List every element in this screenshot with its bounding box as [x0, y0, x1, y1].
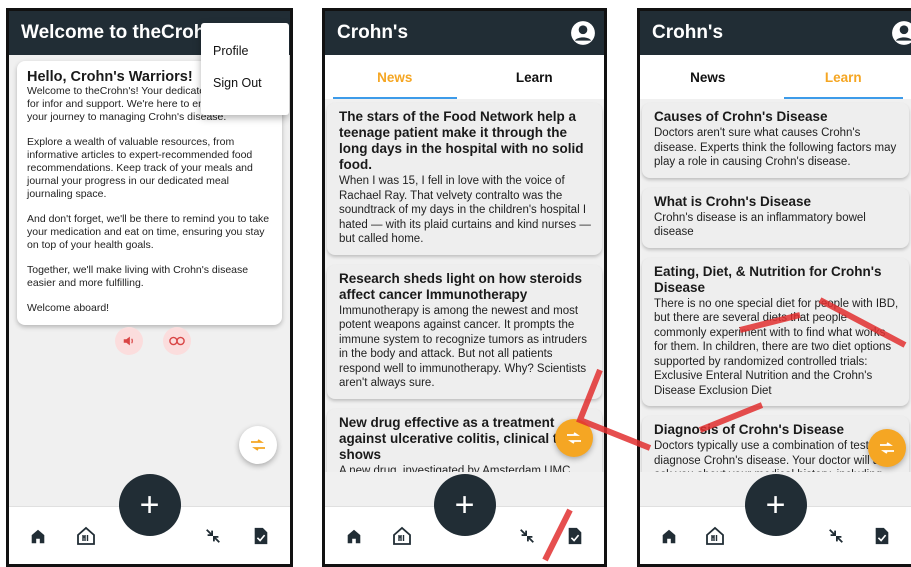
- link-button[interactable]: [163, 327, 191, 355]
- app-title: Crohn's: [337, 22, 409, 43]
- account-menu: Profile Sign Out: [201, 23, 289, 115]
- app-bar: Crohn's: [640, 11, 911, 55]
- speaker-button[interactable]: [115, 327, 143, 355]
- add-button[interactable]: +: [433, 474, 496, 536]
- journal-button[interactable]: [562, 523, 588, 549]
- restaurant-icon: [392, 526, 411, 545]
- restaurant-button[interactable]: [702, 523, 728, 549]
- add-icon: +: [139, 486, 160, 524]
- restaurant-icon: [77, 526, 96, 545]
- tab-bar: News Learn: [640, 55, 911, 99]
- article-title: Eating, Diet, & Nutrition for Crohn's Di…: [654, 263, 882, 295]
- article-title: The stars of the Food Network help a tee…: [339, 109, 584, 172]
- app-title: Crohn's: [652, 22, 724, 43]
- home-icon: [347, 529, 361, 543]
- collapse-icon: [520, 528, 535, 543]
- article-card[interactable]: Research sheds light on how steroids aff…: [327, 264, 602, 399]
- article-body: Crohn's disease is an inflammatory bowel…: [654, 211, 866, 239]
- swap-button[interactable]: [555, 419, 593, 457]
- article-body: Doctors typically use a combination of t…: [654, 440, 894, 472]
- home-button[interactable]: [25, 523, 51, 549]
- learn-feed: Causes of Crohn's Disease Doctors aren't…: [640, 99, 911, 472]
- swap-icon: [567, 432, 581, 444]
- app-title: Welcome to theCrohn: [21, 22, 217, 43]
- swap-icon: [251, 439, 265, 451]
- welcome-paragraph: Welcome aboard!: [27, 302, 110, 314]
- learn-screen: Crohn's News Learn Causes of Crohn's Dis…: [637, 8, 911, 567]
- account-icon[interactable]: [570, 20, 596, 46]
- welcome-paragraph: And don't forget, we'll be there to remi…: [27, 213, 270, 251]
- collapse-button[interactable]: [823, 523, 849, 549]
- article-card[interactable]: What is Crohn's Disease Crohn's disease …: [642, 187, 909, 248]
- swap-button[interactable]: [868, 429, 906, 467]
- collapse-button[interactable]: [514, 523, 540, 549]
- add-button[interactable]: +: [118, 474, 181, 536]
- tab-bar: News Learn: [325, 55, 604, 99]
- journal-button[interactable]: [869, 523, 895, 549]
- article-card[interactable]: The stars of the Food Network help a tee…: [327, 103, 602, 255]
- add-button[interactable]: +: [744, 474, 807, 536]
- tab-learn[interactable]: Learn: [465, 55, 605, 99]
- article-card[interactable]: Causes of Crohn's Disease Doctors aren't…: [642, 103, 909, 178]
- tab-news[interactable]: News: [640, 55, 776, 99]
- menu-item-sign-out[interactable]: Sign Out: [201, 67, 289, 99]
- article-title: Research sheds light on how steroids aff…: [339, 270, 583, 302]
- home-button[interactable]: [656, 523, 682, 549]
- article-body: There is no one special diet for people …: [654, 297, 899, 397]
- add-icon: +: [765, 486, 786, 524]
- journal-icon: [254, 527, 268, 544]
- collapse-icon: [205, 528, 220, 543]
- welcome-paragraph: Together, we'll make living with Crohn's…: [27, 264, 249, 289]
- tab-learn[interactable]: Learn: [776, 55, 911, 99]
- news-screen: Crohn's News Learn The stars of the Food…: [322, 8, 607, 567]
- restaurant-button[interactable]: [73, 523, 99, 549]
- article-body: Immunotherapy is among the newest and mo…: [339, 304, 587, 390]
- swap-icon: [880, 442, 894, 454]
- journal-icon: [568, 527, 582, 544]
- home-icon: [662, 529, 676, 543]
- collapse-button[interactable]: [200, 523, 226, 549]
- menu-item-profile[interactable]: Profile: [201, 35, 289, 67]
- journal-icon: [875, 527, 889, 544]
- article-card[interactable]: Eating, Diet, & Nutrition for Crohn's Di…: [642, 257, 909, 406]
- home-icon: [31, 529, 45, 543]
- swap-button[interactable]: [239, 426, 277, 464]
- account-icon[interactable]: [891, 20, 911, 46]
- speaker-icon: [123, 336, 133, 346]
- restaurant-icon: [705, 526, 724, 545]
- article-body: Doctors aren't sure what causes Crohn's …: [654, 127, 897, 168]
- link-icon: [169, 336, 185, 346]
- article-title: Diagnosis of Crohn's Disease: [654, 422, 845, 437]
- tab-news[interactable]: News: [325, 55, 465, 99]
- journal-button[interactable]: [248, 523, 274, 549]
- article-title: What is Crohn's Disease: [654, 193, 812, 209]
- add-icon: +: [454, 486, 475, 524]
- home-button[interactable]: [341, 523, 367, 549]
- app-bar: Crohn's: [325, 11, 604, 55]
- news-feed: The stars of the Food Network help a tee…: [325, 99, 604, 472]
- article-body: When I was 15, I fell in love with the v…: [339, 175, 591, 245]
- collapse-icon: [829, 528, 844, 543]
- welcome-paragraph: Explore a wealth of valuable resources, …: [27, 136, 253, 200]
- welcome-screen: Welcome to theCrohn Hello, Crohn's Warri…: [6, 8, 293, 567]
- restaurant-button[interactable]: [389, 523, 415, 549]
- article-title: Causes of Crohn's Disease: [654, 109, 828, 124]
- article-body: A new drug, investigated by Amsterdam UM…: [339, 464, 571, 473]
